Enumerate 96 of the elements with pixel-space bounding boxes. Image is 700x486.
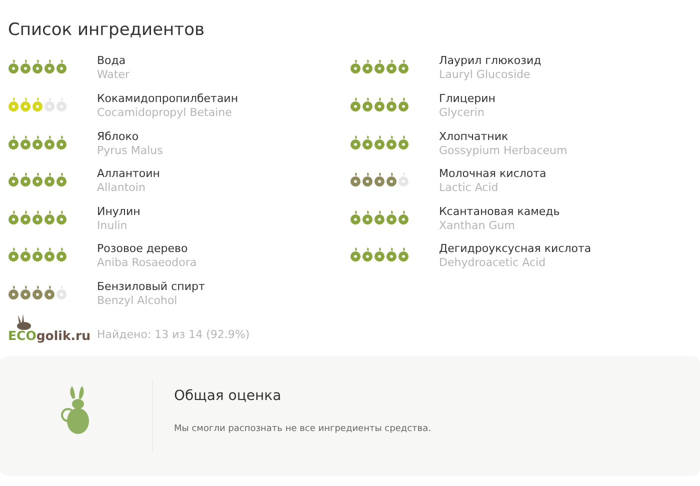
leaf-drop-icon bbox=[56, 210, 67, 225]
leaf-drop-icon bbox=[56, 172, 67, 188]
leaf-drop-icon bbox=[44, 96, 55, 112]
leaf-drop-icon bbox=[56, 284, 67, 300]
leaf-drop-icon bbox=[374, 210, 385, 225]
leaf-drop-icon bbox=[44, 59, 55, 74]
ingredient-name: Лаурил глюкозид bbox=[439, 54, 542, 68]
ingredient-latin-name: Allantoin bbox=[97, 181, 146, 196]
leaf-drop-icon bbox=[386, 247, 397, 262]
leaf-drop-icon bbox=[44, 172, 55, 188]
leaf-drop-icon bbox=[386, 172, 397, 188]
ingredient-name: Бензиловый спирт bbox=[97, 280, 205, 294]
leaf-drop-icon bbox=[350, 210, 361, 225]
ingredient-latin-name: Benzyl Alcohol bbox=[97, 294, 178, 308]
leaf-drop-icon bbox=[362, 59, 373, 74]
leaf-drop-icon bbox=[32, 284, 43, 300]
leaf-drop-icon bbox=[398, 134, 409, 150]
ingredient-latin-name: Dehydroacetic Acid bbox=[439, 256, 547, 270]
ingredient-name: Глицерин bbox=[439, 92, 496, 106]
leaf-drop-icon bbox=[362, 172, 373, 188]
leaf-drop-icon bbox=[20, 96, 31, 112]
leaf-drop-icon bbox=[44, 210, 55, 225]
ingredient-name: Молочная кислота bbox=[439, 167, 546, 182]
ingredient-latin-name: Inulin bbox=[97, 218, 128, 233]
leaf-drop-icon bbox=[56, 59, 67, 74]
leaf-drop-icon bbox=[398, 210, 409, 225]
leaf-drop-icon bbox=[44, 284, 55, 300]
leaf-drop-icon bbox=[350, 247, 361, 262]
ingredient-name: Дегидроуксусная кислота bbox=[439, 242, 592, 256]
leaf-drop-icon bbox=[56, 96, 67, 112]
leaf-drop-icon bbox=[398, 247, 409, 262]
leaf-drop-icon bbox=[8, 96, 19, 112]
ingredient-name: Хлопчатник bbox=[439, 130, 510, 144]
leaf-drop-icon bbox=[374, 172, 385, 188]
leaf-drop-icon bbox=[8, 172, 19, 188]
summary-text: Мы смогли распознать не все ингредиенты средства. bbox=[174, 423, 431, 436]
leaf-drop-icon bbox=[398, 96, 409, 112]
ingredient-name: Аллантоин bbox=[97, 167, 160, 182]
leaf-drop-icon bbox=[32, 210, 43, 225]
leaf-drop-icon bbox=[20, 284, 31, 300]
leaf-drop-icon bbox=[362, 210, 373, 225]
leaf-drop-icon bbox=[32, 96, 43, 112]
leaf-drop-icon bbox=[56, 247, 67, 262]
leaf-drop-icon bbox=[350, 172, 361, 188]
leaf-drop-icon bbox=[44, 134, 55, 150]
ingredient-latin-name: Xanthan Gum bbox=[439, 218, 516, 233]
leaf-drop-icon bbox=[32, 134, 43, 150]
section-title: Список ингредиентов bbox=[7, 19, 206, 42]
leaf-drop-icon bbox=[374, 134, 385, 150]
leaf-drop-icon bbox=[56, 134, 67, 150]
leaf-drop-icon bbox=[8, 134, 19, 150]
leaf-drop-icon bbox=[386, 59, 397, 74]
ingredient-latin-name: Cocamidopropyl Betaine bbox=[97, 106, 233, 120]
leaf-drop-icon bbox=[20, 172, 31, 188]
ingredient-latin-name: Water bbox=[97, 68, 130, 82]
ingredient-latin-name: Glycerin bbox=[439, 106, 486, 120]
leaf-drop-icon bbox=[20, 210, 31, 225]
leaf-drop-icon bbox=[44, 247, 55, 262]
leaf-drop-icon bbox=[8, 210, 19, 225]
leaf-drop-icon bbox=[350, 96, 361, 112]
leaf-drop-icon bbox=[374, 59, 385, 74]
leaf-drop-icon bbox=[32, 172, 43, 188]
leaf-drop-icon bbox=[32, 59, 43, 74]
ingredient-name: Яблоко bbox=[97, 130, 140, 144]
ingredient-latin-name: Aniba Rosaeodora bbox=[97, 256, 197, 270]
leaf-drop-icon bbox=[386, 96, 397, 112]
leaf-drop-icon bbox=[386, 134, 397, 150]
leaf-drop-icon bbox=[20, 59, 31, 74]
leaf-drop-icon bbox=[398, 172, 409, 188]
ingredient-latin-name: Gossypium Herbaceum bbox=[439, 144, 568, 158]
leaf-drop-icon bbox=[20, 247, 31, 262]
ingredient-name: Инулин bbox=[97, 204, 140, 219]
leaf-drop-icon bbox=[374, 247, 385, 262]
leaf-drop-icon bbox=[20, 134, 31, 150]
leaf-drop-icon bbox=[32, 247, 43, 262]
ingredient-name: Кокамидопропилбетаин bbox=[97, 92, 238, 106]
site-logo: ECOgolik.ru bbox=[8, 330, 92, 342]
leaf-drop-icon bbox=[398, 59, 409, 74]
leaf-drop-icon bbox=[350, 59, 361, 74]
ingredient-name: Вода bbox=[97, 54, 127, 68]
leaf-drop-icon bbox=[8, 284, 19, 300]
leaf-drop-icon bbox=[362, 134, 373, 150]
leaf-drop-icon bbox=[350, 134, 361, 150]
leaf-drop-icon bbox=[386, 210, 397, 225]
leaf-drop-icon bbox=[362, 247, 373, 262]
ingredient-name: Ксантановая камедь bbox=[439, 204, 560, 219]
ingredient-latin-name: Lauryl Glucoside bbox=[439, 68, 532, 82]
leaf-drop-icon bbox=[8, 59, 19, 74]
ingredient-name: Розовое дерево bbox=[97, 242, 189, 256]
ingredient-latin-name: Lactic Acid bbox=[439, 181, 500, 196]
leaf-drop-icon bbox=[8, 247, 19, 262]
leaf-drop-icon bbox=[374, 96, 385, 112]
leaf-drop-icon bbox=[362, 96, 373, 112]
found-count: Найдено: 13 из 14 (92.9%) bbox=[97, 326, 250, 343]
ingredient-latin-name: Pyrus Malus bbox=[97, 144, 163, 158]
summary-heading: Общая оценка bbox=[174, 387, 282, 406]
